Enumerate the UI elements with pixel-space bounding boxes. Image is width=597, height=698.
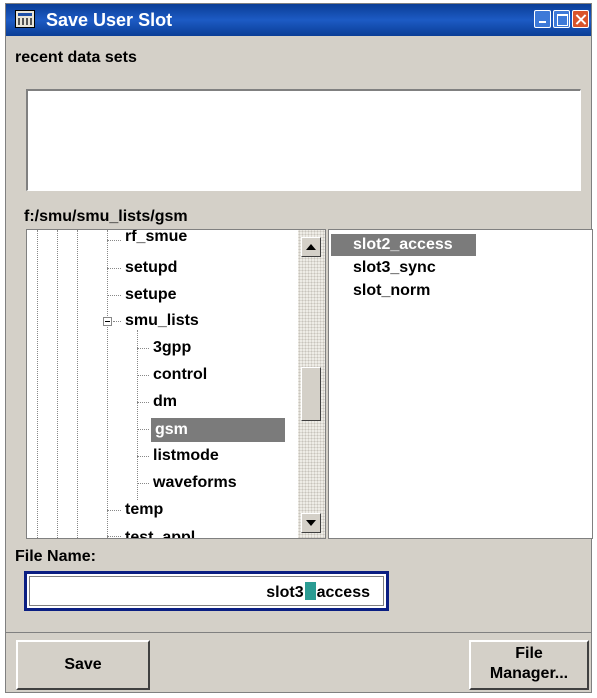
- file-name-label: File Name:: [15, 548, 96, 565]
- collapse-icon[interactable]: [103, 317, 112, 326]
- tree-guide-line: [57, 230, 58, 538]
- tree-connector: [137, 429, 149, 430]
- button-bar: Save File Manager...: [6, 632, 591, 692]
- file-item-slot3-sync[interactable]: slot3_sync: [331, 257, 476, 279]
- tree-item-listmode[interactable]: listmode: [153, 446, 219, 466]
- file-list[interactable]: slot2_access slot3_sync slot_norm: [328, 229, 593, 539]
- tree-connector: [137, 456, 149, 457]
- tree-guide-line: [37, 230, 38, 538]
- file-name-input[interactable]: slot3 access: [24, 571, 389, 611]
- tree-item-setupd[interactable]: setupd: [125, 258, 177, 278]
- tree-connector: [137, 375, 149, 376]
- tree-item-test-appl[interactable]: test_appl: [125, 528, 195, 538]
- tree-connector: [107, 295, 121, 296]
- tree-guide-line: [137, 330, 138, 500]
- tree-item-waveforms[interactable]: waveforms: [153, 473, 237, 493]
- tree-connector: [137, 483, 149, 484]
- save-button[interactable]: Save: [16, 640, 150, 690]
- tree-guide-line: [107, 230, 108, 538]
- tree-connector: [107, 536, 121, 537]
- tree-scrollbar[interactable]: [298, 230, 325, 538]
- tree-item-rf-smue[interactable]: rf_smue: [125, 230, 187, 247]
- tree-connector: [137, 402, 149, 403]
- text-cursor: [304, 582, 316, 600]
- window-title: Save User Slot: [46, 10, 173, 30]
- file-manager-label-line1: File: [515, 645, 543, 662]
- file-manager-label-line2: Manager...: [489, 665, 569, 682]
- file-item-slot2-access[interactable]: slot2_access: [331, 234, 476, 256]
- file-name-value-end: access: [316, 584, 370, 601]
- maximize-icon[interactable]: [553, 10, 570, 28]
- file-manager-button[interactable]: File Manager...: [469, 640, 589, 690]
- tree-item-temp[interactable]: temp: [125, 500, 163, 520]
- tree-item-setupe[interactable]: setupe: [125, 285, 177, 305]
- scroll-down-icon[interactable]: [301, 513, 321, 533]
- save-user-slot-dialog: Save User Slot recent data sets f:/smu/s…: [5, 3, 593, 693]
- tree-item-control[interactable]: control: [153, 365, 207, 385]
- tree-connector: [137, 348, 149, 349]
- scrollbar-thumb[interactable]: [301, 367, 321, 421]
- file-name-value: slot3 access: [266, 582, 370, 603]
- minimize-icon[interactable]: [534, 10, 551, 28]
- file-name-value-start: slot3: [266, 584, 304, 601]
- tree-connector: [107, 240, 121, 241]
- tree-connector: [113, 321, 121, 322]
- app-icon: [15, 10, 35, 28]
- tree-guide-line: [77, 230, 78, 538]
- recent-data-sets-label: recent data sets: [15, 49, 137, 66]
- tree-item-dm[interactable]: dm: [153, 392, 177, 412]
- current-path-label: f:/smu/smu_lists/gsm: [24, 208, 188, 225]
- title-bar[interactable]: Save User Slot: [6, 4, 591, 36]
- tree-connector: [107, 510, 121, 511]
- tree-item-gsm[interactable]: gsm: [151, 418, 285, 442]
- recent-data-sets-list[interactable]: [26, 89, 581, 191]
- tree-connector: [107, 268, 121, 269]
- close-icon[interactable]: [572, 10, 589, 28]
- directory-tree[interactable]: rf_smue setupd setupe smu_lists 3gpp con…: [26, 229, 326, 539]
- tree-item-smu-lists[interactable]: smu_lists: [125, 311, 199, 331]
- scroll-up-icon[interactable]: [301, 237, 321, 257]
- file-item-slot-norm[interactable]: slot_norm: [331, 280, 476, 302]
- tree-item-3gpp[interactable]: 3gpp: [153, 338, 191, 358]
